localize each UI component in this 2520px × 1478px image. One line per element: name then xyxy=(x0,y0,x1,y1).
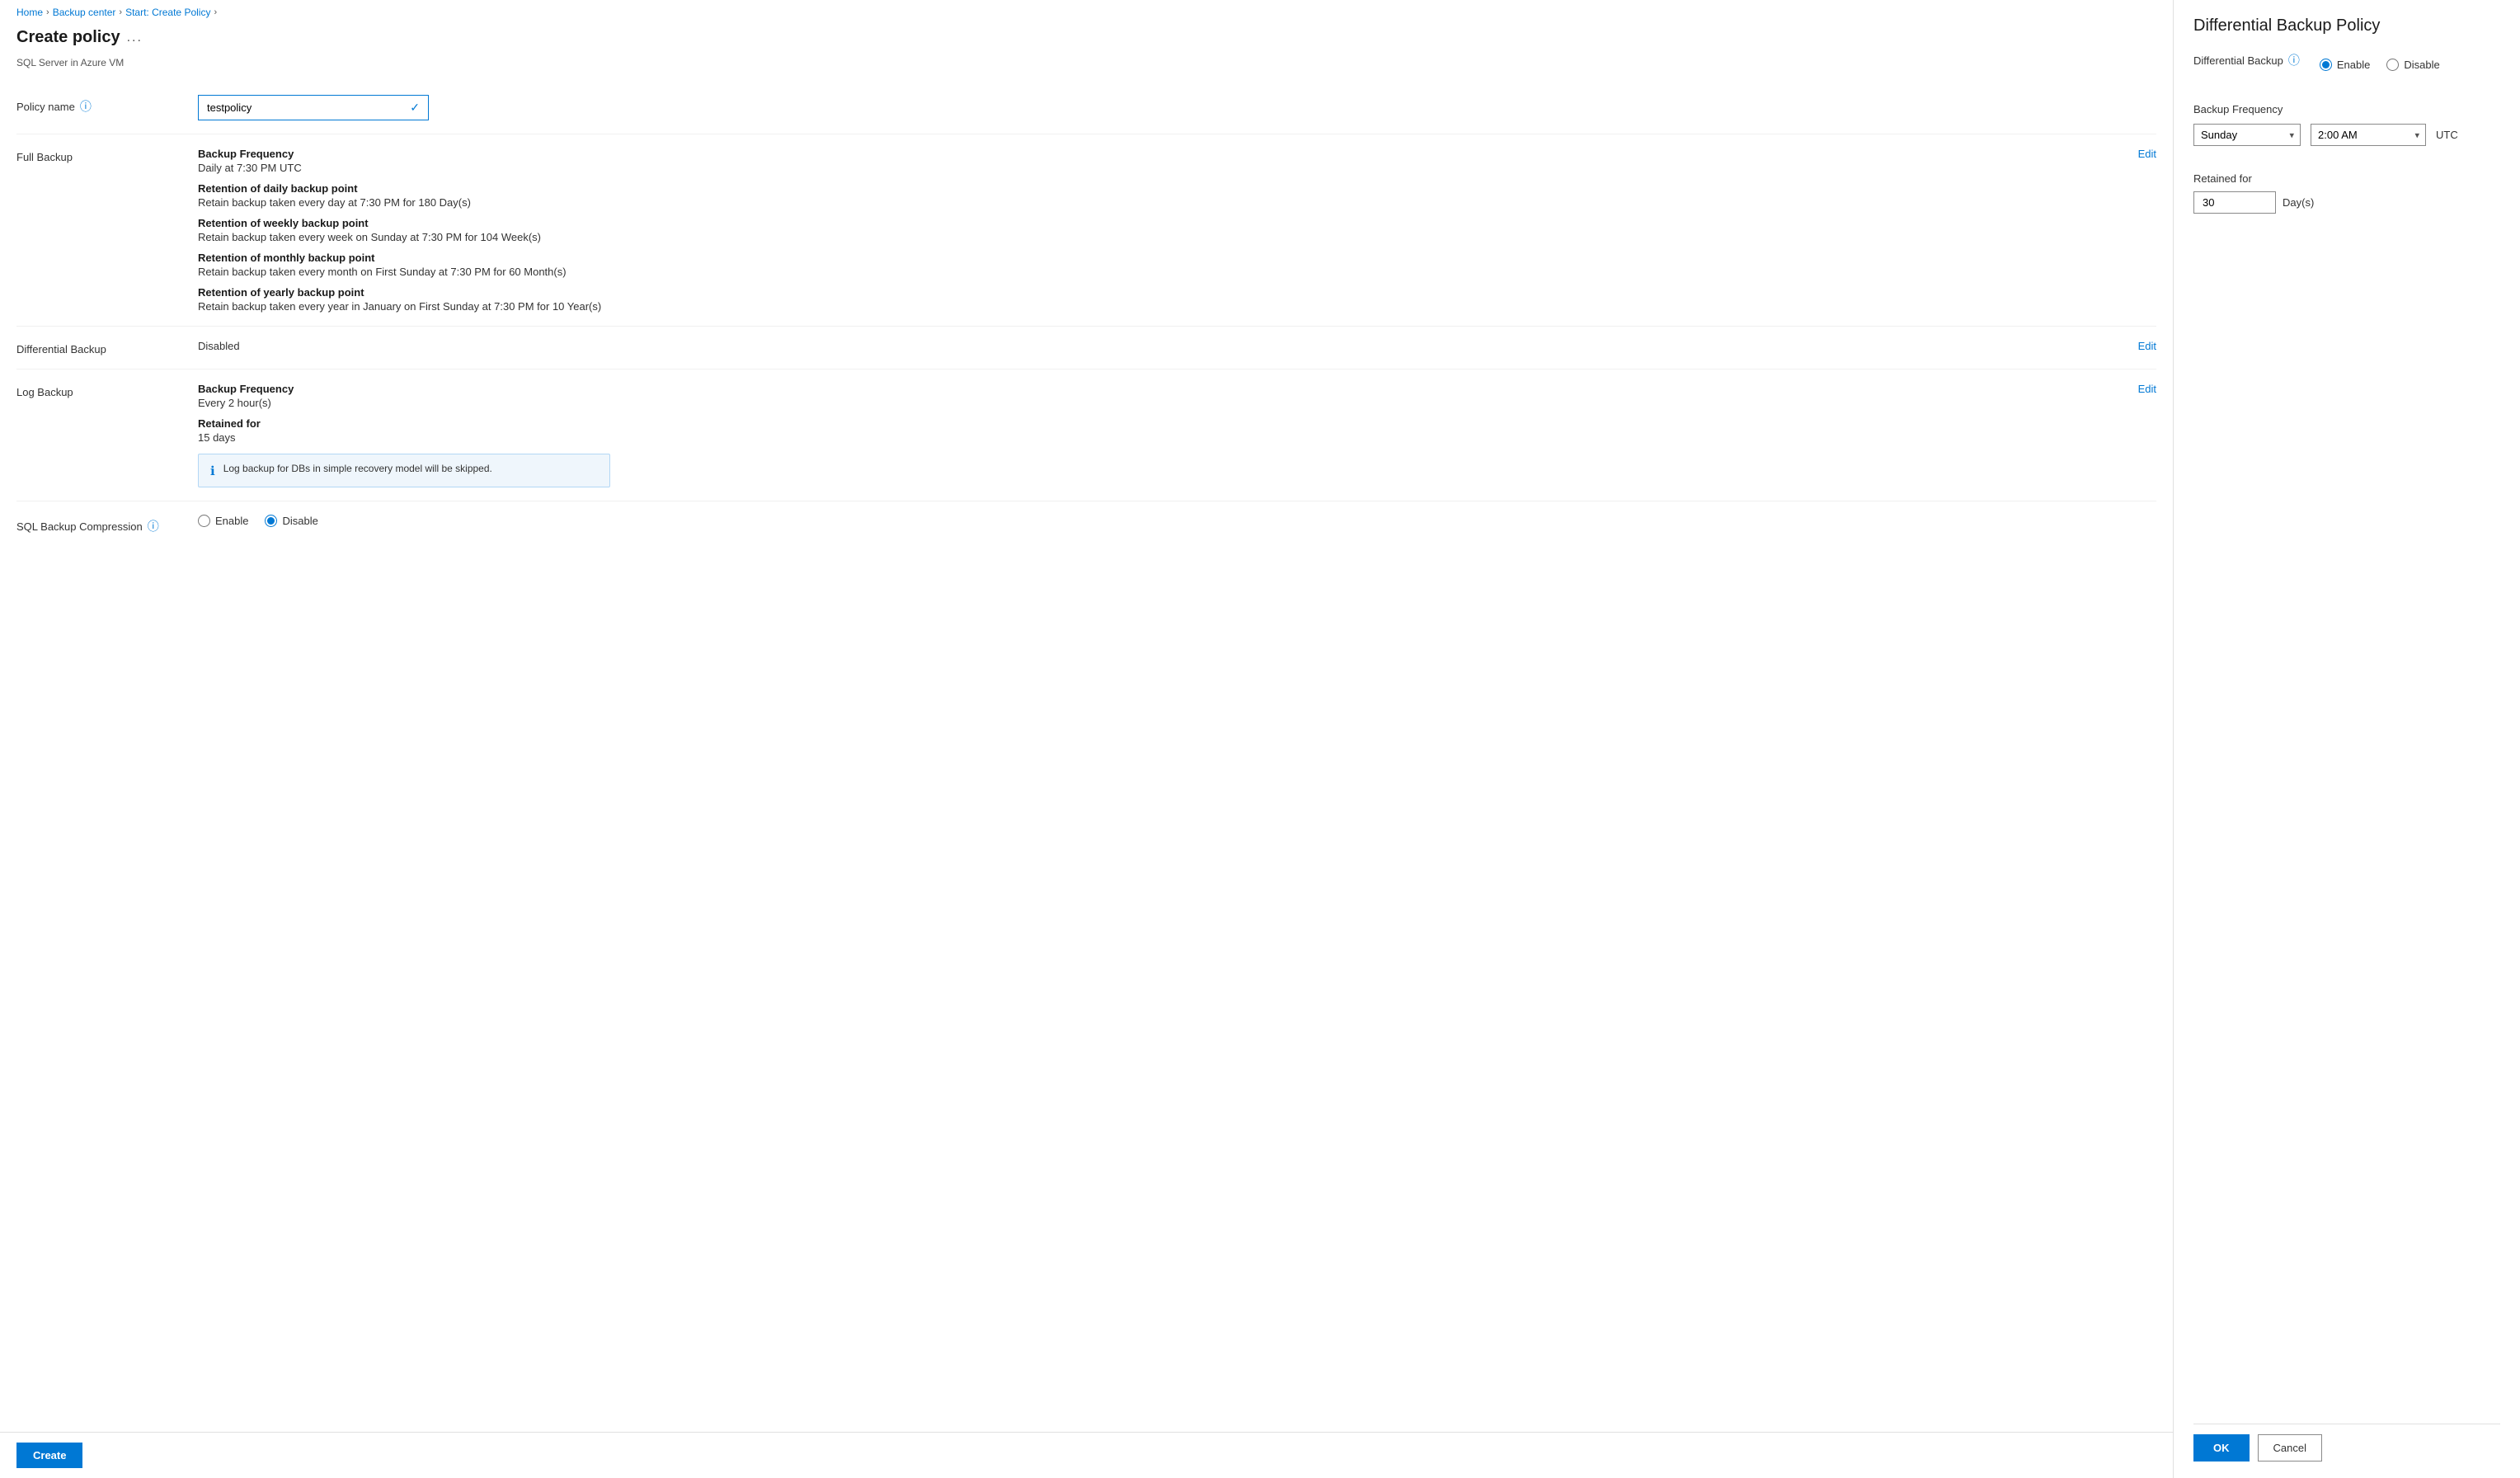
sql-compression-info-icon[interactable]: ⓘ xyxy=(148,518,159,534)
sql-compression-disable-option[interactable]: Disable xyxy=(265,515,317,527)
log-backup-freq-title: Backup Frequency xyxy=(198,383,2122,395)
log-backup-retained-value: 15 days xyxy=(198,431,2122,444)
retained-for-input[interactable] xyxy=(2193,191,2276,214)
full-backup-edit-link[interactable]: Edit xyxy=(2138,148,2156,160)
weekly-retention-title: Retention of weekly backup point xyxy=(198,217,2122,229)
log-backup-details: Backup Frequency Every 2 hour(s) Retaine… xyxy=(198,383,2122,487)
differential-backup-label: Differential Backup xyxy=(16,343,106,355)
daily-retention-title: Retention of daily backup point xyxy=(198,182,2122,195)
diff-backup-info-icon[interactable]: ⓘ xyxy=(2288,52,2300,68)
page-title: Create policy xyxy=(16,28,120,47)
log-backup-label: Log Backup xyxy=(16,386,73,398)
utc-label: UTC xyxy=(2436,129,2458,141)
sql-compression-enable-radio[interactable] xyxy=(198,515,210,527)
cancel-button[interactable]: Cancel xyxy=(2258,1434,2322,1462)
day-select[interactable]: Sunday Monday Tuesday Wednesday Thursday… xyxy=(2193,124,2301,146)
breadcrumb-create-policy[interactable]: Start: Create Policy xyxy=(125,7,210,18)
backup-frequency-section: Backup Frequency Sunday Monday Tuesday W… xyxy=(2193,103,2500,156)
breadcrumb-home[interactable]: Home xyxy=(16,7,43,18)
breadcrumb: Home › Backup center › Start: Create Pol… xyxy=(0,0,2173,25)
log-backup-edit-link[interactable]: Edit xyxy=(2138,383,2156,395)
right-panel: Differential Backup Policy Differential … xyxy=(2174,0,2520,1478)
days-label: Day(s) xyxy=(2283,196,2314,209)
ok-button[interactable]: OK xyxy=(2193,1434,2250,1462)
sql-compression-label: SQL Backup Compression xyxy=(16,520,143,533)
sql-compression-radio-group: Enable Disable xyxy=(198,515,2156,527)
policy-name-label: Policy name xyxy=(16,101,75,113)
day-select-wrapper: Sunday Monday Tuesday Wednesday Thursday… xyxy=(2193,124,2301,146)
diff-backup-disable-option[interactable]: Disable xyxy=(2386,59,2439,71)
diff-backup-disable-label: Disable xyxy=(2404,59,2439,71)
bottom-bar: Create xyxy=(0,1432,2173,1478)
yearly-retention-value: Retain backup taken every year in Januar… xyxy=(198,300,2122,313)
log-backup-freq-value: Every 2 hour(s) xyxy=(198,397,2122,409)
sql-compression-disable-label: Disable xyxy=(282,515,317,527)
differential-backup-section: Differential Backup ⓘ Enable Disable xyxy=(2193,52,2500,87)
breadcrumb-backup-center[interactable]: Backup center xyxy=(53,7,116,18)
right-panel-title: Differential Backup Policy xyxy=(2193,16,2500,35)
policy-name-input-wrapper: ✓ xyxy=(198,95,429,120)
log-backup-info-text: Log backup for DBs in simple recovery mo… xyxy=(223,463,492,474)
differential-backup-edit-link[interactable]: Edit xyxy=(2138,340,2156,352)
backup-frequency-row: Sunday Monday Tuesday Wednesday Thursday… xyxy=(2193,124,2500,146)
diff-backup-enable-radio[interactable] xyxy=(2320,59,2332,71)
yearly-retention-title: Retention of yearly backup point xyxy=(198,286,2122,299)
more-options-icon[interactable]: ... xyxy=(127,31,143,45)
panel-bottom-bar: OK Cancel xyxy=(2193,1424,2500,1462)
info-icon-blue: ℹ xyxy=(210,464,215,478)
full-backup-details: Backup Frequency Daily at 7:30 PM UTC Re… xyxy=(198,148,2122,313)
sql-compression-disable-radio[interactable] xyxy=(265,515,277,527)
time-select-wrapper: 12:00 AM 1:00 AM 2:00 AM 3:00 AM 4:00 AM… xyxy=(2311,124,2426,146)
full-backup-label: Full Backup xyxy=(16,151,73,163)
daily-retention-value: Retain backup taken every day at 7:30 PM… xyxy=(198,196,2122,209)
diff-backup-panel-label: Differential Backup ⓘ xyxy=(2193,52,2300,68)
diff-backup-enable-option[interactable]: Enable xyxy=(2320,59,2370,71)
full-backup-freq-title: Backup Frequency xyxy=(198,148,2122,160)
retained-for-panel-label: Retained for xyxy=(2193,172,2500,185)
retained-for-row: Day(s) xyxy=(2193,191,2500,214)
create-button[interactable]: Create xyxy=(16,1443,82,1468)
sql-compression-enable-option[interactable]: Enable xyxy=(198,515,248,527)
full-backup-freq-value: Daily at 7:30 PM UTC xyxy=(198,162,2122,174)
monthly-retention-value: Retain backup taken every month on First… xyxy=(198,266,2122,278)
diff-backup-radio-group: Enable Disable xyxy=(2320,59,2440,71)
sql-compression-enable-label: Enable xyxy=(215,515,248,527)
differential-backup-status: Disabled xyxy=(198,340,240,352)
policy-name-info-icon[interactable]: ⓘ xyxy=(80,98,92,115)
time-select[interactable]: 12:00 AM 1:00 AM 2:00 AM 3:00 AM 4:00 AM… xyxy=(2311,124,2426,146)
policy-name-field[interactable] xyxy=(207,101,388,114)
retained-for-section: Retained for Day(s) xyxy=(2193,172,2500,214)
diff-backup-disable-radio[interactable] xyxy=(2386,59,2399,71)
log-backup-retained-title: Retained for xyxy=(198,417,2122,430)
monthly-retention-title: Retention of monthly backup point xyxy=(198,252,2122,264)
weekly-retention-value: Retain backup taken every week on Sunday… xyxy=(198,231,2122,243)
policy-name-check-icon: ✓ xyxy=(410,101,420,115)
diff-backup-enable-label: Enable xyxy=(2337,59,2370,71)
backup-frequency-panel-label: Backup Frequency xyxy=(2193,103,2283,115)
page-subtitle: SQL Server in Azure VM xyxy=(0,57,2173,82)
log-backup-info-box: ℹ Log backup for DBs in simple recovery … xyxy=(198,454,610,487)
